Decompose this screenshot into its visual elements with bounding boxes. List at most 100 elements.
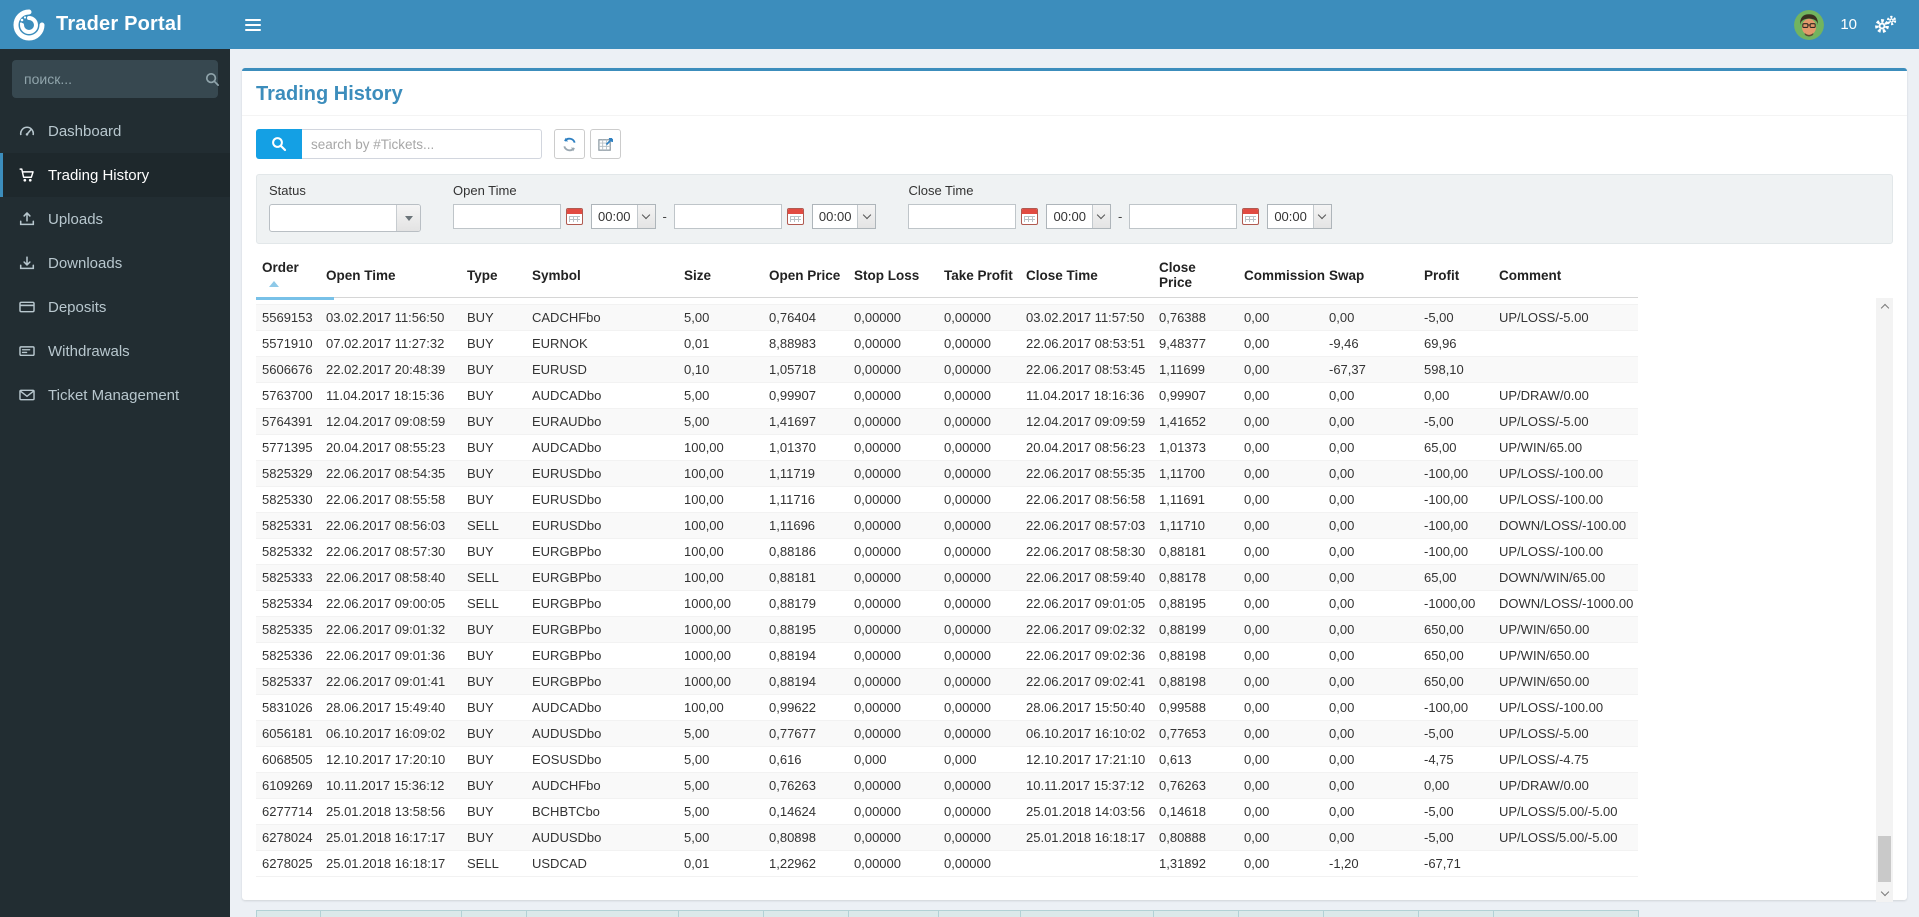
search-icon[interactable] [205,72,220,87]
table-row[interactable]: 5825329 22.06.2017 08:54:35 BUY EURUSDbo 100… [256,460,1638,487]
close-time-from-input[interactable] [908,204,1017,229]
tickets-search-input[interactable] [302,129,542,159]
column-header-close-price[interactable]: Close Price [1153,256,1238,298]
sidebar-item-dashboard[interactable]: Dashboard [0,109,230,153]
table-row[interactable]: 5825330 22.06.2017 08:55:58 BUY EURUSDbo 100… [256,486,1638,513]
sidebar: Trader Portal Dashboard Trading History … [0,0,230,917]
table-row[interactable]: 5569153 03.02.2017 11:56:50 BUY CADCHFbo 5,0… [256,304,1638,331]
calendar-icon[interactable] [566,208,583,225]
table-row[interactable]: 6278024 25.01.2018 16:17:17 BUY AUDUSDbo 5,0… [256,824,1638,851]
sidebar-item-label: Deposits [48,298,107,316]
calendar-icon[interactable] [786,208,804,225]
table-row[interactable]: 5825334 22.06.2017 09:00:05 SELL EURGBPbo 10… [256,590,1638,617]
range-separator: - [1117,209,1123,224]
column-header-stop-loss[interactable]: Stop Loss [848,256,938,298]
column-header-swap[interactable]: Swap [1323,256,1418,298]
envelope-icon [17,386,36,404]
table-row[interactable]: 5771395 20.04.2017 08:55:23 BUY AUDCADbo 100… [256,434,1638,461]
upload-icon [17,210,36,228]
sidebar-item-ticket-management[interactable]: Ticket Management [0,373,230,417]
table-row[interactable]: 5831026 28.06.2017 15:49:40 BUY AUDCADbo 100… [256,694,1638,721]
column-header-profit[interactable]: Profit [1418,256,1493,298]
content: Trading History search by #Tickets... St… [230,49,1919,917]
scrollbar-up-button[interactable] [1876,298,1893,315]
sidebar-item-deposits[interactable]: Deposits [0,285,230,329]
table-row[interactable]: 5825336 22.06.2017 09:01:36 BUY EURGBPbo 100… [256,642,1638,669]
sidebar-item-uploads[interactable]: Uploads [0,197,230,241]
calendar-icon[interactable] [1242,208,1260,225]
column-header-comment[interactable]: Comment [1493,256,1638,298]
sidebar-toggle-button[interactable] [230,0,276,49]
sidebar-item-downloads[interactable]: Downloads [0,241,230,285]
table-row[interactable]: 5825333 22.06.2017 08:58:40 SELL EURGBPbo 10… [256,564,1638,591]
table-row[interactable]: 5825332 22.06.2017 08:57:30 BUY EURGBPbo 100… [256,538,1638,565]
table-row[interactable]: 6056181 06.10.2017 16:09:02 BUY AUDUSDbo 5,0… [256,720,1638,747]
vertical-scrollbar[interactable] [1876,298,1893,902]
column-header-open-price[interactable]: Open Price [763,256,848,298]
close-time-to-hour-select[interactable]: 00:00 [1267,204,1332,229]
table-row[interactable]: 6109269 10.11.2017 15:36:12 BUY AUDCHFbo 5,0… [256,772,1638,799]
table-row[interactable]: 5763700 11.04.2017 18:15:36 BUY AUDCADbo 5,0… [256,382,1638,409]
column-header-close-time[interactable]: Close Time [1020,256,1153,298]
column-header-commission[interactable]: Commission [1238,256,1325,298]
range-separator: - [662,209,667,224]
scrollbar-down-button[interactable] [1876,885,1893,902]
open-time-to-hour-select[interactable]: 00:00 [811,204,877,229]
sort-ascending-icon [269,281,279,287]
close-time-from-hour-select[interactable]: 00:00 [1046,204,1111,229]
table-scroll-area[interactable]: 556914903.02.2017 11:52:51SELLEURAUDbo5,… [256,298,1893,902]
sidebar-item-trading-history[interactable]: Trading History [0,153,230,197]
column-header-symbol[interactable]: Symbol [526,256,678,298]
sidebar-item-withdrawals[interactable]: Withdrawals [0,329,230,373]
cart-icon [17,166,36,184]
withdrawal-card-icon [17,342,36,360]
open-time-from-input[interactable] [453,204,561,229]
open-time-from-hour-select[interactable]: 00:00 [591,204,656,229]
calendar-icon[interactable] [1021,208,1039,225]
page-title: Trading History [256,83,403,105]
brand-title: Trader Portal [56,13,182,35]
status-select[interactable] [269,204,421,232]
table-toolbar [256,129,1893,159]
open-time-label: Open Time [453,183,517,198]
table-row[interactable]: 5825331 22.06.2017 08:56:03 SELL EURUSDbo 10… [256,512,1638,539]
sidebar-nav: Dashboard Trading History Uploads Downlo… [0,109,230,417]
scrollbar-thumb[interactable] [1878,836,1891,882]
column-header-take-profit[interactable]: Take Profit [938,256,1020,298]
open-time-to-input[interactable] [673,204,782,229]
column-header-size[interactable]: Size [678,256,763,298]
search-button[interactable] [256,129,302,159]
refresh-button[interactable] [554,129,585,159]
notification-count[interactable]: 10 [1840,16,1857,33]
table-row[interactable]: 6278025 25.01.2018 16:18:17 SELL USDCAD 0,01… [256,850,1638,877]
sidebar-search-input[interactable] [24,71,205,87]
filter-panel: Status Open Time 00:00 - 00:00 Close Tim… [256,174,1893,244]
table-row[interactable]: 5606676 22.02.2017 20:48:39 BUY EURUSD 0,10 1… [256,356,1638,383]
sidebar-item-label: Dashboard [48,122,122,140]
table-row[interactable]: 6277714 25.01.2018 13:58:56 BUY BCHBTCbo 5,0… [256,798,1638,825]
status-dropdown-arrow-icon[interactable] [396,205,420,231]
open-time-filter: Open Time 00:00 - 00:00 [453,183,877,229]
user-avatar[interactable] [1794,9,1825,40]
table-row[interactable]: 6068505 12.10.2017 17:20:10 BUY EOSUSDbo 5,0… [256,746,1638,773]
column-header-open-time[interactable]: Open Time [320,256,461,298]
table-row[interactable]: 5825335 22.06.2017 09:01:32 BUY EURGBPbo 100… [256,616,1638,643]
trades-table-header: Order Open Time Type Symbol Size Open Price St… [256,256,1638,300]
status-label: Status [269,183,306,198]
sidebar-item-label: Downloads [48,254,123,272]
sidebar-item-label: Uploads [48,210,104,228]
column-header-type[interactable]: Type [461,256,526,298]
table-row[interactable]: 5825337 22.06.2017 09:01:41 BUY EURGBPbo 100… [256,668,1638,695]
sidebar-item-label: Withdrawals [48,342,130,360]
column-header-order[interactable]: Order [256,256,334,300]
settings-gears-icon[interactable] [1873,15,1897,34]
brand-logo[interactable]: Trader Portal [0,0,230,49]
chevron-down-icon [857,205,876,228]
export-button[interactable] [590,129,621,159]
close-time-filter: Close Time 00:00 - 00:00 [908,183,1332,229]
status-filter: Status [269,183,453,232]
table-header-row: Order Open Time Type Symbol Size Open Price St… [256,256,1638,300]
table-row[interactable]: 5764391 12.04.2017 09:08:59 BUY EURAUDbo 5,0… [256,408,1638,435]
table-row[interactable]: 5571910 07.02.2017 11:27:32 BUY EURNOK 0,01 8… [256,330,1638,357]
close-time-to-input[interactable] [1129,204,1238,229]
